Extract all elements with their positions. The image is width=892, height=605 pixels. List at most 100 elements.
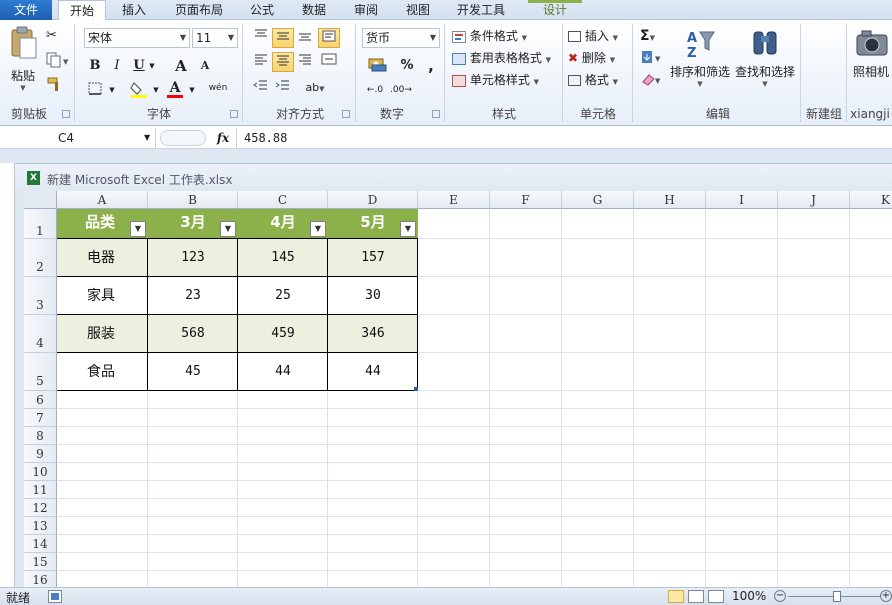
number-format-combo[interactable]: 货币 ▼	[362, 28, 440, 48]
camera-button[interactable]: 照相机	[850, 26, 892, 96]
row-header[interactable]: 4	[24, 315, 57, 353]
zoom-in-icon[interactable]: +	[880, 590, 892, 602]
align-bottom-button[interactable]	[294, 28, 316, 48]
table-cell[interactable]: 服装	[57, 315, 148, 353]
alignment-launcher-icon[interactable]	[342, 110, 350, 118]
table-cell[interactable]: 30	[328, 277, 418, 315]
merge-center-button[interactable]	[318, 52, 340, 72]
increase-decimal-button[interactable]: ←.0	[364, 80, 386, 100]
macro-record-icon[interactable]	[48, 590, 62, 603]
font-launcher-icon[interactable]	[230, 110, 238, 118]
cell-styles-button[interactable]: 单元格样式 ▼	[452, 70, 552, 90]
number-launcher-icon[interactable]	[432, 110, 440, 118]
worksheet-grid[interactable]: ABCDEFGHIJK 1 2 3 4 5 6 7 8 9 10 11 12 13 14 15 16 品类 ▼ 3…	[24, 191, 892, 587]
orientation-button[interactable]: ab▼	[300, 78, 330, 98]
cut-button[interactable]: ✂	[46, 28, 64, 46]
column-header[interactable]: D	[328, 191, 418, 209]
column-header[interactable]: F	[490, 191, 562, 209]
sort-filter-button[interactable]: A Z 排序和筛选 ▼	[670, 26, 730, 106]
copy-button[interactable]: ▼	[46, 52, 70, 70]
row-header[interactable]: 2	[24, 239, 57, 277]
shrink-font-button[interactable]: A	[194, 56, 216, 76]
select-all-corner[interactable]	[24, 191, 57, 209]
autosum-button[interactable]: Σ▼	[640, 26, 666, 46]
table-header-cell[interactable]: 3月 ▼	[148, 209, 238, 239]
formula-bar-splitter[interactable]	[160, 130, 206, 146]
tab-insert[interactable]: 插入	[110, 0, 158, 20]
table-header-cell[interactable]: 4月 ▼	[238, 209, 328, 239]
formula-input[interactable]: 458.88	[244, 128, 287, 148]
column-header[interactable]: K	[850, 191, 892, 209]
increase-indent-button[interactable]	[272, 78, 294, 98]
table-cell[interactable]: 568	[148, 315, 238, 353]
percent-button[interactable]: %	[396, 56, 418, 76]
font-color-button[interactable]: A	[164, 78, 186, 98]
table-cell[interactable]: 食品	[57, 353, 148, 391]
column-header[interactable]: G	[562, 191, 634, 209]
row-header[interactable]: 15	[24, 553, 57, 571]
row-header[interactable]: 11	[24, 481, 57, 499]
borders-button[interactable]	[84, 80, 106, 100]
table-cell[interactable]: 44	[328, 353, 418, 391]
format-as-table-button[interactable]: 套用表格格式 ▼	[452, 48, 560, 68]
page-break-view-icon[interactable]	[708, 590, 724, 603]
zoom-slider-thumb[interactable]	[833, 591, 841, 602]
row-header[interactable]: 9	[24, 445, 57, 463]
paste-button[interactable]: 粘贴 ▼	[6, 26, 40, 96]
row-header[interactable]: 7	[24, 409, 57, 427]
insert-cells-button[interactable]: 插入 ▼	[568, 26, 628, 46]
table-header-cell[interactable]: 5月 ▼	[328, 209, 418, 239]
column-header[interactable]: I	[706, 191, 778, 209]
tab-review[interactable]: 审阅	[344, 0, 388, 20]
tab-formulas[interactable]: 公式	[240, 0, 284, 20]
underline-dropdown[interactable]: ▼	[146, 56, 158, 76]
delete-cells-button[interactable]: ✖ 删除 ▼	[568, 48, 628, 68]
table-cell[interactable]: 23	[148, 277, 238, 315]
row-header[interactable]: 5	[24, 353, 57, 391]
accounting-format-button[interactable]	[362, 56, 394, 76]
table-cell[interactable]: 家具	[57, 277, 148, 315]
normal-view-icon[interactable]	[668, 590, 684, 603]
fill-color-button[interactable]	[128, 80, 150, 100]
column-header[interactable]: J	[778, 191, 850, 209]
row-header[interactable]: 1	[24, 209, 57, 239]
column-header[interactable]: E	[418, 191, 490, 209]
italic-button[interactable]: I	[106, 56, 128, 76]
row-header[interactable]: 12	[24, 499, 57, 517]
font-size-combo[interactable]: 11 ▼	[192, 28, 238, 48]
file-tab[interactable]: 文件	[0, 0, 52, 20]
tab-view[interactable]: 视图	[396, 0, 440, 20]
fill-button[interactable]: ▼	[640, 48, 666, 68]
page-layout-view-icon[interactable]	[688, 590, 704, 603]
table-cell[interactable]: 157	[328, 239, 418, 277]
table-cell[interactable]: 459	[238, 315, 328, 353]
table-cell[interactable]: 25	[238, 277, 328, 315]
row-header[interactable]: 16	[24, 571, 57, 587]
align-middle-button[interactable]	[272, 28, 294, 48]
table-cell[interactable]: 123	[148, 239, 238, 277]
row-header[interactable]: 10	[24, 463, 57, 481]
bold-button[interactable]: B	[84, 56, 106, 76]
insert-function-button[interactable]: fx	[212, 128, 234, 148]
fill-color-dropdown[interactable]: ▼	[150, 80, 162, 100]
row-header[interactable]: 8	[24, 427, 57, 445]
column-header[interactable]: C	[238, 191, 328, 209]
zoom-level[interactable]: 100%	[732, 589, 766, 603]
name-box[interactable]: C4 ▼	[2, 128, 156, 148]
phonetic-button[interactable]: wén	[206, 78, 230, 98]
tab-page-layout[interactable]: 页面布局	[166, 0, 232, 20]
table-cell[interactable]: 45	[148, 353, 238, 391]
format-painter-button[interactable]	[46, 76, 64, 94]
decrease-decimal-button[interactable]: .00→	[390, 80, 412, 100]
table-cell[interactable]: 44	[238, 353, 328, 391]
row-header[interactable]: 14	[24, 535, 57, 553]
column-header[interactable]: A	[57, 191, 148, 209]
clear-button[interactable]: ▼	[640, 70, 666, 90]
conditional-format-button[interactable]: 条件格式 ▼	[452, 26, 558, 46]
tab-design[interactable]: 设计	[530, 0, 580, 20]
grow-font-button[interactable]: A	[170, 56, 192, 76]
find-select-button[interactable]: 查找和选择 ▼	[734, 26, 796, 106]
table-resize-handle[interactable]	[414, 387, 418, 391]
table-cell[interactable]: 346	[328, 315, 418, 353]
tab-home[interactable]: 开始	[58, 0, 106, 21]
